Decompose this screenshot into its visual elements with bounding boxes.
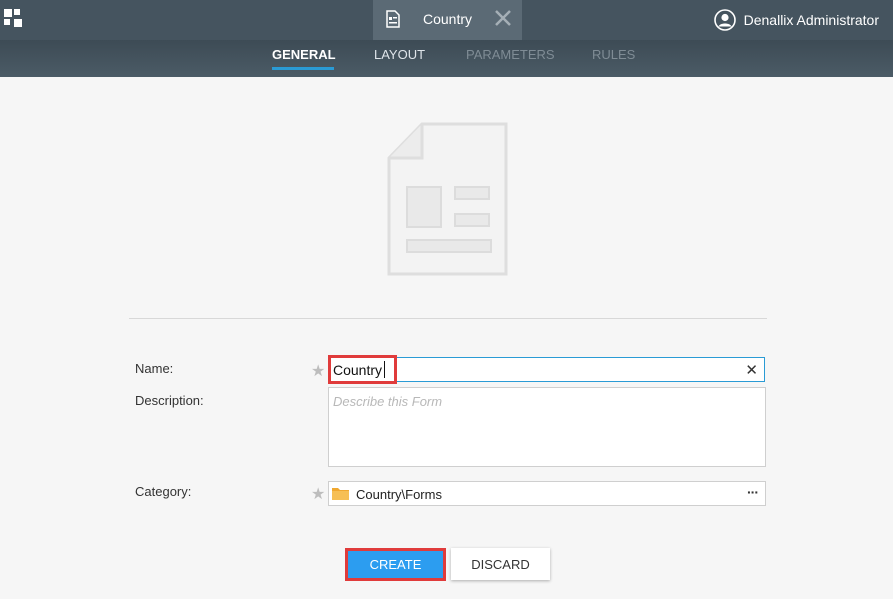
form-document-icon — [386, 10, 400, 28]
user-menu[interactable]: Denallix Administrator — [713, 8, 879, 32]
tab-country[interactable]: Country — [373, 0, 522, 40]
category-label: Category: — [135, 484, 192, 499]
discard-button[interactable]: DISCARD — [451, 548, 550, 580]
tab-label: Country — [423, 11, 473, 27]
user-name: Denallix Administrator — [743, 12, 879, 28]
form-illustration-icon — [387, 122, 508, 276]
name-highlight-box — [328, 355, 397, 384]
category-picker[interactable]: Country\Forms ··· — [328, 481, 766, 506]
apps-grid-icon[interactable] — [4, 9, 24, 29]
clear-icon[interactable]: ✕ — [745, 361, 758, 379]
required-star-icon: ★ — [311, 363, 326, 380]
name-label: Name: — [135, 361, 174, 376]
tab-general[interactable]: GENERAL — [272, 47, 336, 62]
description-placeholder: Describe this Form — [333, 394, 443, 409]
top-bar: Country Denallix Administrator — [0, 0, 893, 40]
more-options-icon[interactable]: ··· — [747, 484, 759, 500]
description-textarea[interactable]: Describe this Form — [328, 387, 766, 467]
description-label: Description: — [135, 393, 204, 408]
sub-navigation: GENERAL LAYOUT PARAMETERS RULES — [0, 40, 893, 77]
folder-icon — [332, 488, 349, 500]
active-tab-indicator — [272, 67, 334, 70]
tab-rules[interactable]: RULES — [592, 47, 635, 62]
tab-layout[interactable]: LAYOUT — [374, 47, 425, 62]
create-button[interactable]: CREATE — [345, 548, 446, 581]
close-icon[interactable] — [494, 9, 512, 27]
tab-parameters[interactable]: PARAMETERS — [466, 47, 555, 62]
category-value: Country\Forms — [356, 487, 442, 502]
user-avatar-icon — [713, 9, 736, 31]
divider — [129, 318, 767, 319]
required-star-icon: ★ — [311, 486, 326, 503]
